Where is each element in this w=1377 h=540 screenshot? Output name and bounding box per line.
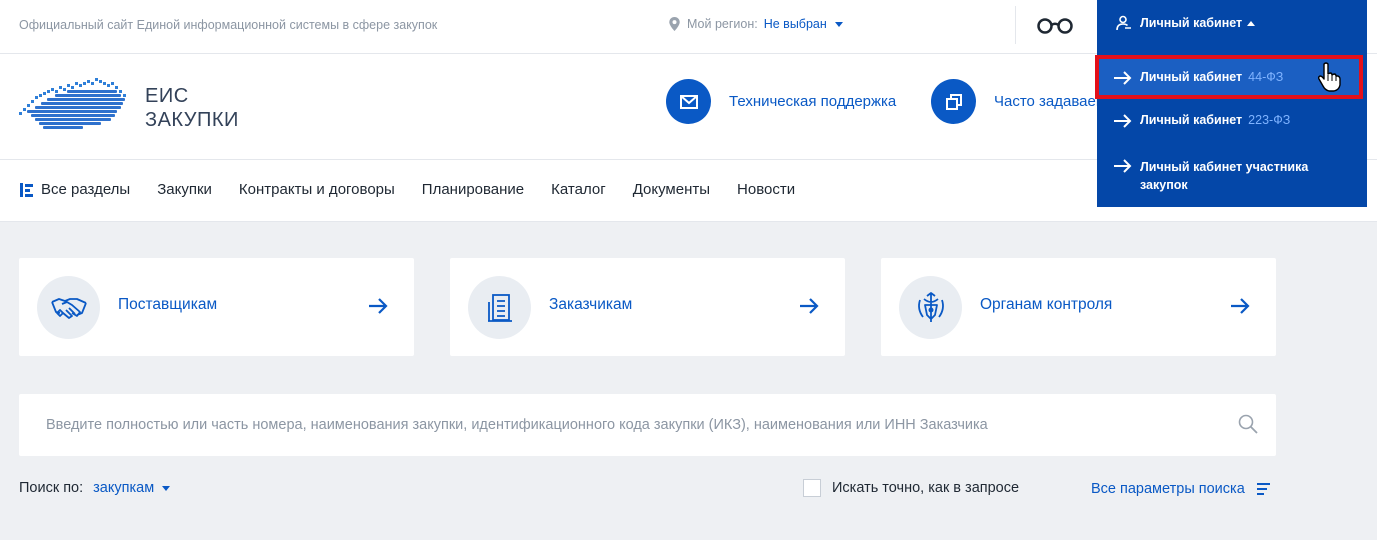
search-by-dropdown[interactable]: закупкам (93, 480, 154, 496)
card-icon-circle (468, 276, 531, 339)
chevron-down-icon (834, 21, 843, 27)
support-label[interactable]: Техническая поддержка (729, 93, 896, 110)
handshake-icon (50, 297, 87, 319)
location-pin-icon (669, 17, 680, 31)
personal-account-title: Личный кабинет (1140, 16, 1243, 30)
sections-icon (20, 182, 33, 197)
hand-pointer-cursor-icon (1317, 62, 1341, 92)
nav-item-contracts[interactable]: Контракты и договоры (239, 181, 395, 198)
search-input[interactable] (19, 394, 1219, 456)
law-badge: 223-ФЗ (1248, 113, 1291, 127)
menu-item-label: закупок (1140, 178, 1188, 192)
nav-item-purchases[interactable]: Закупки (157, 181, 212, 198)
menu-item-label: Личный кабинет участника (1140, 160, 1309, 174)
glasses-icon[interactable] (1036, 14, 1074, 36)
card-label: Органам контроля (980, 296, 1113, 313)
arrow-right-icon (1231, 298, 1250, 314)
support-link[interactable]: Техническая поддержка (666, 79, 896, 124)
arrow-right-icon (1114, 114, 1132, 128)
chevron-down-icon[interactable] (162, 485, 171, 491)
emblem-icon (917, 291, 944, 322)
card-icon-circle (899, 276, 962, 339)
card-label: Заказчикам (549, 296, 633, 313)
faq-link[interactable]: Часто задаваемые вопросы (931, 79, 1097, 124)
document-icon (487, 293, 512, 322)
search-box (19, 394, 1276, 456)
region-label: Мой регион: (687, 17, 758, 31)
search-by-label: Поиск по: (19, 480, 84, 496)
nav-item-all-sections[interactable]: Все разделы (19, 181, 130, 198)
arrow-right-icon (369, 298, 388, 314)
faq-button[interactable] (931, 79, 976, 124)
arrow-right-icon (1114, 159, 1132, 173)
exact-search-checkbox[interactable] (803, 479, 821, 497)
exact-search-option[interactable]: Искать точно, как в запросе (803, 479, 1019, 497)
region-selector[interactable]: Мой регион: Не выбран (668, 17, 843, 31)
search-by: Поиск по: закупкам (19, 480, 171, 496)
filter-lines-icon (1256, 483, 1270, 495)
logo-line-1: ЕИС (145, 85, 189, 107)
nav-item-catalog[interactable]: Каталог (551, 181, 606, 198)
nav-item-label: Каталог (551, 181, 606, 198)
nav-item-label: Новости (737, 181, 796, 198)
card-icon-circle (37, 276, 100, 339)
all-params-label: Все параметры поиска (1091, 481, 1245, 497)
user-icon (1116, 15, 1131, 31)
divider (1015, 6, 1016, 44)
all-search-params-link[interactable]: Все параметры поиска (1091, 481, 1271, 497)
support-button[interactable] (666, 79, 711, 124)
nav-item-documents[interactable]: Документы (633, 181, 710, 198)
menu-item-lk-participant[interactable]: Личный кабинет участника закупок (1097, 158, 1367, 194)
mail-icon (679, 94, 698, 109)
menu-item-label: Личный кабинет (1140, 113, 1243, 127)
nav-item-planning[interactable]: Планирование (422, 181, 524, 198)
arrow-right-icon (1114, 70, 1132, 85)
nav-item-label: Планирование (421, 181, 525, 198)
main-content: Поставщикам Заказчикам Органам контроля (0, 222, 1377, 540)
card-control-bodies[interactable]: Органам контроля (881, 258, 1276, 356)
card-customers[interactable]: Заказчикам (450, 258, 845, 356)
nav-item-label: Документы (632, 181, 711, 198)
logo-text[interactable]: ЕИС ЗАКУПКИ (145, 84, 239, 132)
site-caption: Официальный сайт Единой информационной с… (19, 18, 438, 32)
personal-account-toggle[interactable]: Личный кабинет (1097, 0, 1367, 46)
chevron-up-icon (1247, 20, 1256, 26)
menu-item-label: Личный кабинет (1140, 70, 1243, 84)
arrow-right-icon (800, 298, 819, 314)
logo-line-2: ЗАКУПКИ (145, 109, 239, 131)
exact-search-label: Искать точно, как в запросе (832, 480, 1020, 496)
search-icon[interactable] (1238, 414, 1258, 434)
copy-icon (945, 93, 962, 110)
card-suppliers[interactable]: Поставщикам (19, 258, 414, 356)
menu-item-lk-223fz[interactable]: Личный кабинет 223-ФЗ (1097, 113, 1367, 128)
nav-item-label: Контракты и договоры (238, 181, 395, 198)
nav-item-label: Все разделы (41, 181, 131, 198)
nav-item-news[interactable]: Новости (737, 181, 795, 198)
russia-map-logo-icon[interactable] (19, 78, 129, 134)
card-label: Поставщикам (118, 296, 218, 313)
nav-item-label: Закупки (157, 181, 212, 198)
region-value[interactable]: Не выбран (764, 17, 827, 31)
faq-label[interactable]: Часто задаваемые вопросы (994, 93, 1097, 110)
law-badge: 44-ФЗ (1248, 70, 1284, 84)
